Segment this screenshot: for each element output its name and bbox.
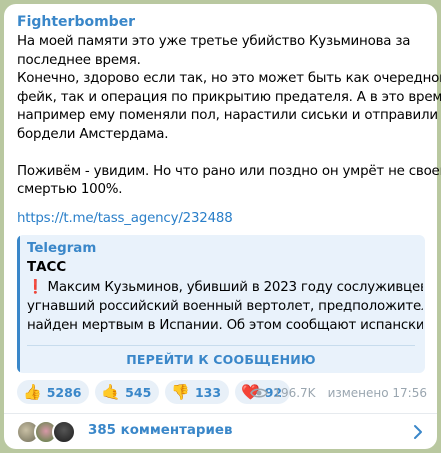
text-line: бордели Амстердама. bbox=[17, 126, 169, 142]
preview-accent-bar bbox=[17, 235, 20, 373]
text-line: последнее время. bbox=[17, 52, 141, 68]
text-line: фейк, так и операция по прикрытию предат… bbox=[17, 89, 441, 105]
message-meta: 196.7K изменено 17:56 bbox=[250, 386, 427, 400]
preview-line: угнавший российский военный вертолет, пр… bbox=[27, 299, 423, 314]
thumbs-up-icon: 👍 bbox=[23, 382, 42, 401]
reaction-count: 545 bbox=[125, 384, 152, 400]
preview-text: ❗ Максим Кузьминов, убивший в 2023 году с… bbox=[27, 278, 423, 335]
reaction-call-me[interactable]: 🤙 545 bbox=[95, 380, 160, 404]
reaction-count: 5286 bbox=[46, 384, 82, 400]
comments-bar[interactable]: 385 комментариев bbox=[4, 414, 437, 449]
text-line: например ему поменяли пол, нарастили сис… bbox=[17, 108, 441, 124]
preview-line: найден мертвым в Испании. Об этом сообща… bbox=[27, 318, 423, 333]
preview-title: ТАСС bbox=[27, 260, 67, 275]
text-line: смертью 100%. bbox=[17, 182, 123, 198]
link-preview[interactable]: Telegram ТАСС ❗ Максим Кузьминов, убивший… bbox=[17, 235, 425, 373]
channel-name[interactable]: Fighterbomber bbox=[17, 14, 135, 30]
message-link[interactable]: https://t.me/tass_agency/232488 bbox=[17, 211, 233, 226]
text-line: Конечно, здорово если так, но это может … bbox=[17, 71, 441, 87]
preview-source: Telegram bbox=[27, 241, 97, 256]
views-count: 196.7K bbox=[273, 386, 316, 400]
text-line: На моей памяти это уже третье убийство К… bbox=[17, 34, 411, 49]
message-bubble: Fighterbomber На моей памяти это уже тре… bbox=[4, 4, 441, 449]
call-me-hand-icon: 🤙 bbox=[101, 382, 121, 401]
message-text: На моей памяти это уже третье убийство К… bbox=[17, 33, 441, 200]
eye-icon bbox=[250, 388, 269, 398]
reaction-thumbs-up[interactable]: 👍 5286 bbox=[17, 380, 90, 404]
thumbs-down-icon: 👎 bbox=[171, 382, 190, 401]
reactions-bar: 👍 5286 🤙 545 👎 133 ❤️ 92 bbox=[17, 380, 291, 404]
text-line: Поживём - увидим. Но что рано или поздно… bbox=[17, 163, 441, 179]
comments-count: 385 комментариев bbox=[88, 423, 233, 438]
chevron-right-icon bbox=[414, 425, 422, 439]
edited-time: изменено 17:56 bbox=[327, 386, 427, 400]
reaction-thumbs-down[interactable]: 👎 133 bbox=[165, 380, 230, 404]
reaction-count: 133 bbox=[194, 384, 222, 400]
exclamation-icon: ❗ bbox=[27, 280, 44, 295]
go-to-message-button[interactable]: ПЕРЕЙТИ К СООБЩЕНИЮ bbox=[27, 345, 415, 372]
preview-line: ❗ Максим Кузьминов, убивший в 2023 году с… bbox=[27, 280, 423, 295]
avatar bbox=[52, 420, 76, 444]
